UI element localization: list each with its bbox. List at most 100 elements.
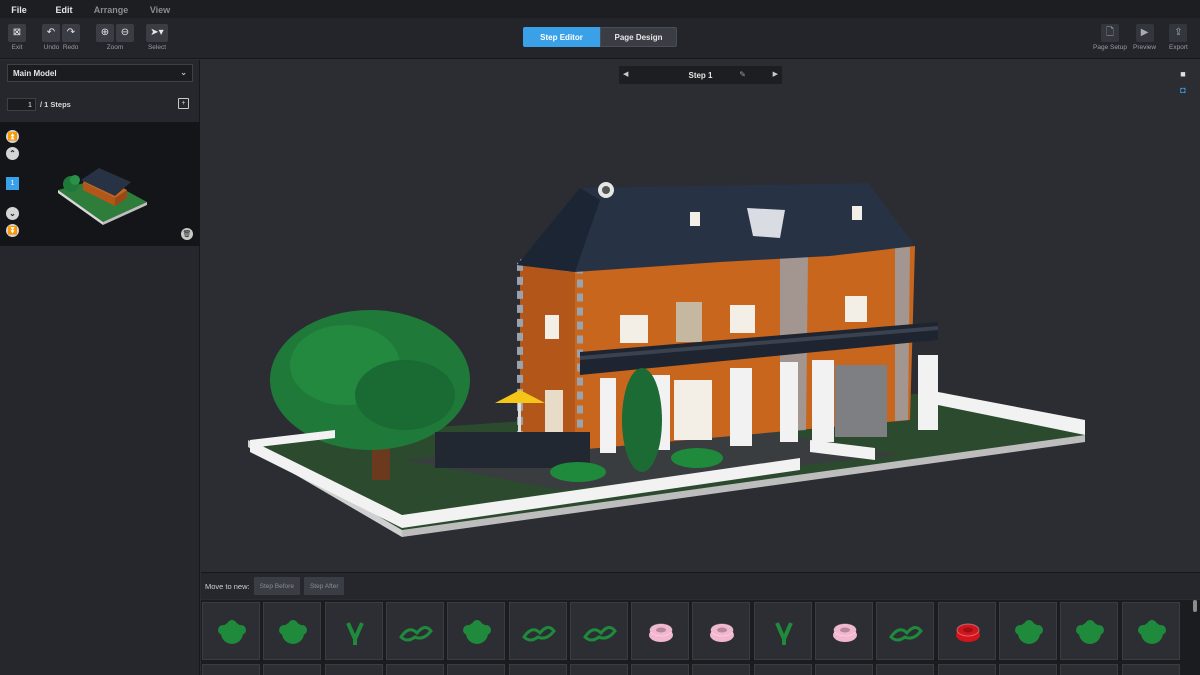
green-stem-icon (345, 622, 364, 645)
double-chevron-up-icon: ⏫ (7, 132, 18, 141)
part-tile[interactable] (508, 602, 567, 660)
part-tile[interactable] (876, 664, 935, 675)
glasses-icon[interactable]: ◘ (1176, 84, 1190, 96)
menu-arrange[interactable]: Arrange (84, 4, 138, 15)
chevron-up-icon: ⌃ (9, 149, 16, 158)
add-page-icon: + (181, 100, 186, 107)
zoom-out-icon: ⊖ (120, 27, 130, 38)
model-viewport[interactable]: ◀ Step 1 ✎ ▶ ■ ◘ (201, 60, 1200, 572)
toolbar: ⊠ Exit ↶ ↷ Undo Redo ⊕ ⊖ Zoom ➤▾ Select … (0, 18, 1200, 59)
preview-button[interactable]: ▶ (1135, 24, 1154, 42)
part-tile[interactable] (447, 602, 506, 660)
part-tile[interactable] (692, 602, 751, 660)
redo-label: Redo (62, 44, 79, 51)
menu-edit[interactable]: Edit (46, 4, 82, 15)
part-tile[interactable] (1121, 602, 1180, 660)
first-step-button[interactable]: ⏫ (6, 130, 19, 143)
part-tile[interactable] (1060, 602, 1119, 660)
step-thumbnail-list: ⏫ ⌃ 1 ⌄ ⏬ 🗑 (0, 122, 200, 246)
part-tile[interactable] (692, 664, 751, 675)
last-step-button[interactable]: ⏬ (6, 224, 19, 237)
green-bush-icon (463, 620, 492, 644)
next-step-button[interactable]: ⌄ (6, 207, 19, 220)
part-tile[interactable] (815, 664, 873, 675)
page-setup-button[interactable]: 🗋 (1100, 24, 1119, 42)
part-tile[interactable] (263, 602, 322, 660)
part-tile[interactable] (569, 602, 628, 660)
select-button[interactable]: ➤▾ (146, 24, 168, 42)
part-tile[interactable] (324, 602, 383, 660)
tab-step-editor[interactable]: Step Editor (523, 27, 600, 47)
preview-tool: ▶ Preview (1133, 24, 1156, 51)
page-icon: 🗋 (1105, 27, 1114, 38)
part-tile[interactable] (1121, 664, 1180, 675)
green-leaves-icon (398, 626, 433, 642)
page-setup-tool: 🗋 Page Setup (1093, 24, 1127, 51)
redo-button[interactable]: ↷ (62, 24, 80, 42)
part-tile[interactable] (324, 664, 383, 675)
step-before-button[interactable]: Step Before (253, 577, 300, 595)
next-step-arrow[interactable]: ▶ (773, 70, 778, 78)
part-tile[interactable] (508, 664, 567, 675)
export-tool: ⇪ Export (1169, 24, 1188, 51)
parts-scrollbar[interactable] (1193, 600, 1197, 612)
menu-view[interactable]: View (140, 4, 180, 15)
undo-button[interactable]: ↶ (42, 24, 60, 42)
part-tile[interactable] (202, 602, 260, 660)
step-after-button[interactable]: Step After (303, 577, 345, 595)
move-to-new-bar: Move to new: Step Before Step After (201, 572, 1200, 599)
part-tile[interactable] (263, 664, 322, 675)
exit-button[interactable]: ⊠ (8, 24, 26, 42)
part-tile[interactable] (876, 602, 935, 660)
export-button[interactable]: ⇪ (1169, 24, 1188, 42)
zoom-out-button[interactable]: ⊖ (116, 24, 134, 42)
edit-step-pencil-icon[interactable]: ✎ (739, 70, 746, 79)
step-navigator: ◀ Step 1 ✎ ▶ (619, 66, 782, 84)
exit-icon: ⊠ (12, 27, 22, 38)
part-tile[interactable] (753, 664, 812, 675)
menu-bar: File Edit Arrange View (0, 0, 1200, 18)
step-number-badge[interactable]: 1 (6, 177, 19, 190)
mode-toggle: Step Editor Page Design (523, 27, 677, 47)
green-leaves-icon (582, 626, 617, 642)
exit-tool: ⊠ Exit (8, 24, 26, 51)
zoom-in-button[interactable]: ⊕ (96, 24, 114, 42)
part-tile[interactable] (998, 664, 1057, 675)
prev-step-button[interactable]: ⌃ (6, 147, 19, 160)
part-tile[interactable] (202, 664, 260, 675)
part-tile[interactable] (1060, 664, 1119, 675)
model-render (248, 182, 1085, 537)
double-chevron-down-icon: ⏬ (7, 226, 18, 235)
part-tile[interactable] (631, 602, 690, 660)
part-tile[interactable] (385, 602, 444, 660)
part-tile[interactable] (937, 664, 996, 675)
delete-step-button[interactable]: 🗑 (181, 228, 193, 240)
part-tile[interactable] (937, 602, 996, 660)
undo-icon: ↶ (46, 27, 56, 38)
green-bush-icon (218, 620, 246, 644)
model-select[interactable]: Main Model ⌄ (7, 64, 193, 82)
add-step-button[interactable]: + (178, 98, 189, 109)
part-tile[interactable] (569, 664, 628, 675)
part-tile[interactable] (815, 602, 873, 660)
step-counter: 1 / 1 Steps + (7, 98, 193, 111)
undo-redo-tool: ↶ ↷ Undo Redo (42, 24, 80, 51)
pink-round-plate-icon (710, 623, 735, 642)
current-step-input[interactable]: 1 (7, 98, 36, 111)
part-tile[interactable] (385, 664, 444, 675)
move-label: Move to new: (205, 581, 250, 591)
step-thumbnail[interactable] (55, 160, 150, 228)
part-tile[interactable] (447, 664, 506, 675)
part-tile[interactable] (631, 664, 690, 675)
green-leaves-icon (521, 626, 556, 642)
prev-step-arrow[interactable]: ◀ (623, 70, 628, 78)
part-tile[interactable] (998, 602, 1057, 660)
green-bush-icon (1014, 620, 1043, 644)
camera-icon[interactable]: ■ (1176, 68, 1190, 80)
select-tool: ➤▾ Select (146, 24, 168, 51)
trash-icon: 🗑 (182, 231, 192, 238)
model-select-value: Main Model (13, 68, 57, 78)
tab-page-design[interactable]: Page Design (600, 27, 677, 47)
menu-file[interactable]: File (0, 4, 36, 15)
part-tile[interactable] (753, 602, 812, 660)
